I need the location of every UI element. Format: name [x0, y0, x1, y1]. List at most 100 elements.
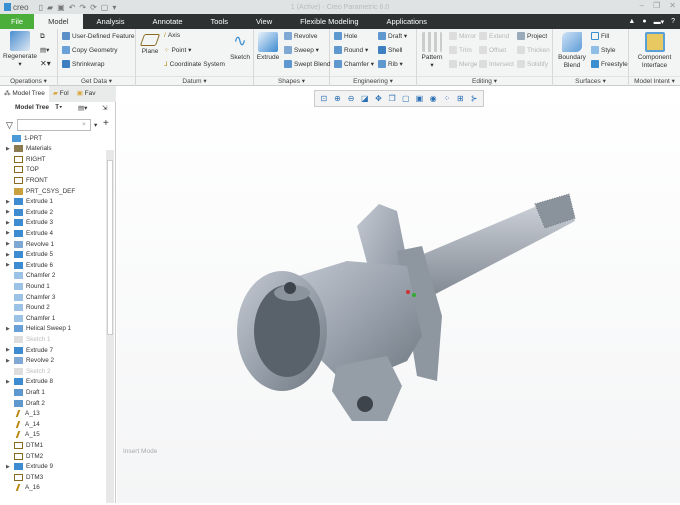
swept-blend-button[interactable]: Swept Blend	[284, 60, 331, 68]
tree-settings-icon[interactable]: 𝐓▾	[55, 104, 62, 112]
engineering-label[interactable]: Engineering ▾	[330, 76, 416, 85]
tree-item[interactable]: ▶ Extrude 7	[6, 345, 53, 355]
part-model[interactable]	[117, 86, 680, 503]
tree-item[interactable]: RIGHT	[6, 154, 46, 164]
tree-item[interactable]: PRT_CSYS_DEF	[6, 186, 75, 196]
customize-icon[interactable]: ▾	[112, 3, 116, 12]
expand-arrow-icon[interactable]: ▶	[6, 199, 14, 205]
freestyle-button[interactable]: Freestyle	[591, 60, 628, 68]
expand-arrow-icon[interactable]: ▶	[6, 241, 14, 247]
datum-display-icon[interactable]: ⁘	[442, 94, 452, 104]
tree-item[interactable]: ▶ Extrude 6	[6, 260, 53, 270]
tree-item[interactable]: Sketch 2	[6, 366, 51, 376]
tab-annotate[interactable]: Annotate	[138, 14, 196, 29]
plane-button[interactable]: Plane	[138, 34, 162, 56]
tab-analysis[interactable]: Analysis	[83, 14, 139, 29]
close-icon[interactable]: ✕	[669, 1, 676, 10]
refit-icon[interactable]: ⊡	[319, 94, 329, 104]
expand-arrow-icon[interactable]: ▶	[6, 209, 14, 215]
tree-item[interactable]: ▶ Helical Sweep 1	[6, 324, 71, 334]
filter-icon[interactable]: ▽	[6, 120, 13, 131]
expand-arrow-icon[interactable]: ▶	[6, 358, 14, 364]
tree-item[interactable]: ▶ Extrude 9	[6, 462, 53, 472]
thicken-button[interactable]: Thicken	[517, 46, 550, 54]
view-manager-icon[interactable]: ▣	[414, 94, 424, 104]
revolve-button[interactable]: Revolve	[284, 32, 317, 40]
mirror-button[interactable]: Mirror	[449, 32, 476, 40]
tree-item[interactable]: ▶ Extrude 5	[6, 250, 53, 260]
saved-orientations-icon[interactable]: ▢	[401, 94, 411, 104]
tree-item[interactable]: ▶ Revolve 2	[6, 356, 54, 366]
tab-model[interactable]: Model	[34, 14, 83, 29]
add-icon[interactable]: +	[103, 118, 109, 129]
expand-arrow-icon[interactable]: ▶	[6, 262, 14, 268]
model-intent-label[interactable]: Model Intent ▾	[629, 76, 680, 85]
extend-button[interactable]: Extend	[479, 32, 509, 40]
user-defined-feature-button[interactable]: User-Defined Feature	[62, 32, 135, 40]
pattern-button[interactable]: Pattern ▾	[419, 32, 445, 70]
tab-folder-browser[interactable]: ▰ Fol	[49, 86, 73, 102]
tree-item[interactable]: ▶ Extrude 1	[6, 197, 53, 207]
sketch-button[interactable]: ∿ Sketch	[228, 32, 252, 62]
tree-item[interactable]: Round 2	[6, 303, 50, 313]
tree-item[interactable]: ▶ Extrude 2	[6, 207, 53, 217]
expand-arrow-icon[interactable]: ▶	[6, 220, 14, 226]
tree-item[interactable]: Draft 2	[6, 398, 45, 408]
spin-center-icon[interactable]: ✥	[373, 94, 383, 104]
coordinate-system-button[interactable]: ⅃ Coordinate System	[164, 60, 225, 69]
draft-button[interactable]: Draft ▾	[378, 32, 407, 40]
expand-arrow-icon[interactable]: ▶	[6, 347, 14, 353]
settings-icon[interactable]: ▬▾	[654, 18, 665, 26]
maximize-icon[interactable]: ❐	[653, 1, 660, 10]
tab-model-tree[interactable]: ⁂ Model Tree	[0, 86, 49, 102]
tree-item[interactable]: A_16	[6, 483, 40, 493]
expand-arrow-icon[interactable]: ▶	[6, 230, 14, 236]
new-icon[interactable]: ▯	[39, 3, 43, 12]
project-button[interactable]: Project	[517, 32, 547, 40]
point-button[interactable]: ⁘ Point ▾	[164, 46, 191, 54]
tree-item[interactable]: Chamfer 2	[6, 271, 55, 281]
clear-search-icon[interactable]: ×	[82, 121, 86, 128]
open-icon[interactable]: ▰	[47, 3, 53, 12]
editing-label[interactable]: Editing ▾	[417, 76, 552, 85]
tree-columns-icon[interactable]: ⇲	[102, 104, 107, 112]
tree-item[interactable]: Round 1	[6, 281, 50, 291]
zoom-out-icon[interactable]: ⊖	[346, 94, 356, 104]
hole-button[interactable]: Hole	[334, 32, 357, 40]
tab-flexible-modeling[interactable]: Flexible Modeling	[286, 14, 372, 29]
component-interface-button[interactable]: Component Interface	[631, 32, 678, 70]
repaint-icon[interactable]: ◪	[360, 94, 370, 104]
sweep-button[interactable]: Sweep ▾	[284, 46, 319, 54]
graphics-area[interactable]	[117, 86, 680, 503]
undo-icon[interactable]: ↶	[69, 3, 76, 12]
offset-button[interactable]: Offset	[479, 46, 506, 54]
tab-file[interactable]: File	[0, 14, 35, 29]
tree-item[interactable]: A_13	[6, 409, 40, 419]
expand-arrow-icon[interactable]: ▶	[6, 146, 14, 152]
expand-arrow-icon[interactable]: ▶	[6, 379, 14, 385]
round-button[interactable]: Round ▾	[334, 46, 368, 54]
tree-item[interactable]: ▶ Materials	[6, 144, 52, 154]
trim-button[interactable]: Trim	[449, 46, 472, 54]
tree-item[interactable]: DTM2	[6, 451, 43, 461]
chamfer-button[interactable]: Chamfer ▾	[334, 60, 374, 68]
tab-view[interactable]: View	[242, 14, 286, 29]
zoom-in-icon[interactable]: ⊕	[332, 94, 342, 104]
fill-button[interactable]: Fill	[591, 32, 609, 40]
search-options-icon[interactable]: ▾	[94, 121, 97, 129]
extrude-button[interactable]: Extrude	[255, 32, 281, 62]
tab-tools[interactable]: Tools	[197, 14, 243, 29]
expand-arrow-icon[interactable]: ▶	[6, 326, 14, 332]
tree-item[interactable]: ▶ Extrude 4	[6, 228, 53, 238]
collapse-ribbon-icon[interactable]: ▲	[628, 18, 635, 26]
minimize-icon[interactable]: –	[640, 1, 644, 10]
tree-item[interactable]: 1-PRT	[4, 133, 42, 143]
tree-item[interactable]: ▶ Extrude 8	[6, 377, 53, 387]
get-data-label[interactable]: Get Data ▾	[58, 76, 135, 85]
tab-favorites[interactable]: ▣ Fav	[73, 86, 100, 102]
datum-label[interactable]: Datum ▾	[136, 76, 253, 85]
style-button[interactable]: Style	[591, 46, 615, 54]
simulation-display-icon[interactable]: ⊱	[469, 94, 479, 104]
shrinkwrap-button[interactable]: Shrinkwrap	[62, 60, 105, 68]
display-style-icon[interactable]: ❒	[387, 94, 397, 104]
